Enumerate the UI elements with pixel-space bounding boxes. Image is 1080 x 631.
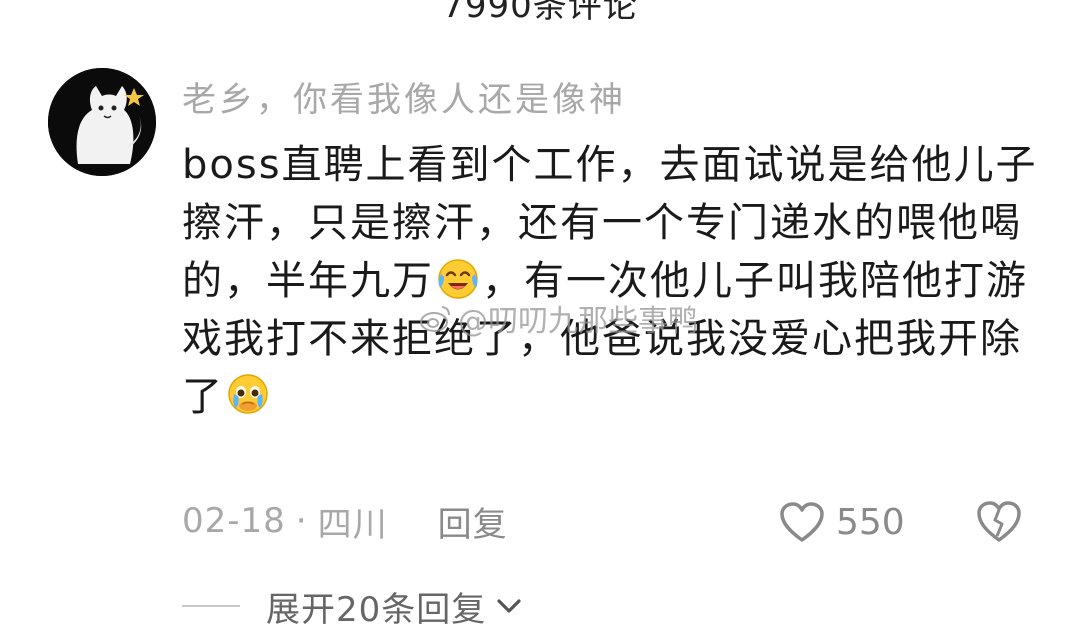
- reply-button[interactable]: 回复: [438, 497, 508, 546]
- expand-replies-label: 展开20条回复: [266, 589, 487, 630]
- like-count: 550: [836, 501, 905, 543]
- heart-icon[interactable]: [778, 500, 826, 544]
- comment-date: 02-18: [182, 501, 286, 541]
- comment-meta: 02-18 · 四川 回复: [182, 496, 508, 546]
- comment-count-title: 7990条评论: [442, 0, 638, 26]
- meta-separator: ·: [295, 501, 308, 541]
- broken-heart-icon[interactable]: [974, 498, 1024, 544]
- avatar[interactable]: [48, 68, 156, 176]
- cat-avatar-icon: [48, 68, 156, 176]
- comment-username[interactable]: 老乡，你看我像人还是像神: [182, 72, 626, 121]
- like-button[interactable]: 550: [778, 496, 905, 548]
- pleading-tears-emoji-icon: [228, 374, 268, 414]
- crying-laughing-emoji-icon: [438, 259, 478, 299]
- divider-line: [182, 605, 240, 607]
- comment-location: 四川: [317, 504, 388, 545]
- comment-text: boss直聘上看到个工作，去面试说是给他儿子擦汗，只是擦汗，还有一个专门递水的喂…: [182, 136, 1042, 426]
- chevron-down-icon: [497, 599, 521, 613]
- expand-replies-button[interactable]: 展开20条回复: [182, 582, 524, 630]
